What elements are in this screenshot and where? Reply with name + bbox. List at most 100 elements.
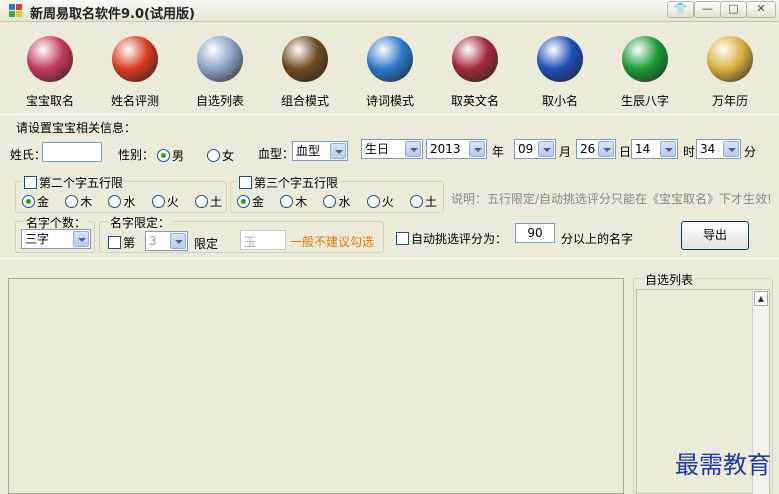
skin-button[interactable]: 👕: [667, 1, 694, 18]
third-char-elements: 金 木 水 火 土: [237, 193, 437, 210]
app-icon: [9, 4, 24, 18]
toolbar-eval-button[interactable]: 姓名评测: [97, 32, 173, 112]
element-radio[interactable]: 火: [366, 193, 394, 210]
radio-checked-icon: [237, 195, 250, 208]
element-radio[interactable]: 金: [237, 193, 264, 210]
auto-score-suffix: 分以上的名字: [561, 232, 634, 246]
toolbar-divider: [0, 114, 779, 115]
element-radio[interactable]: 火: [151, 193, 179, 210]
close-button[interactable]: ✕: [746, 1, 776, 18]
toolbar-label: 宝宝取名: [25, 94, 74, 108]
poem-book-icon: [367, 36, 413, 82]
toolbar-label: 组合模式: [280, 94, 329, 108]
section-title: 请设置宝宝相关信息：: [16, 121, 137, 135]
chevron-down-icon: [660, 141, 676, 157]
toolbar-label: 姓名评测: [110, 94, 159, 108]
chevron-down-icon: [73, 231, 89, 247]
minute-unit: 分: [744, 145, 757, 159]
second-char-wuxing-toggle[interactable]: 第二个字五行限: [22, 174, 126, 191]
element-radio[interactable]: 木: [65, 193, 92, 210]
scroll-up-icon[interactable]: ▲: [754, 291, 768, 306]
month-unit: 月: [559, 145, 572, 159]
chevron-down-icon: [170, 233, 186, 249]
radio-icon: [108, 195, 122, 208]
radio-icon: [207, 149, 220, 162]
radio-icon: [366, 195, 380, 208]
chevron-down-icon: [469, 141, 485, 157]
toolbar-label: 取小名: [541, 94, 578, 108]
surname-input[interactable]: [42, 142, 102, 162]
chevron-down-icon: [598, 141, 614, 157]
auto-score-toggle[interactable]: 自动挑选评分为：: [396, 230, 507, 247]
window-title: 新周易取名软件9.0(试用版): [30, 7, 195, 22]
day-select[interactable]: 26: [576, 139, 616, 159]
radio-icon: [409, 195, 423, 208]
radio-icon: [323, 195, 337, 208]
toolbar-nick-button[interactable]: 取小名: [522, 32, 598, 112]
element-radio[interactable]: 木: [280, 193, 307, 210]
watermark: 最需教育: [675, 451, 771, 479]
toolbar-combo-button[interactable]: 组合模式: [267, 32, 343, 112]
minute-select[interactable]: 34: [696, 139, 741, 159]
element-radio[interactable]: 金: [22, 193, 49, 210]
blood-label: 血型：: [258, 147, 295, 161]
chevron-down-icon: [405, 141, 421, 157]
phoenix-icon: [537, 36, 583, 82]
birthday-select[interactable]: 生日: [361, 139, 423, 159]
bagua-icon: [622, 36, 668, 82]
export-button[interactable]: 导出: [681, 221, 749, 250]
radio-icon: [151, 195, 165, 208]
wuxing-note: 说明：五行限定/自动挑选评分只能在《宝宝取名》下才生效!: [451, 192, 772, 206]
maximize-button[interactable]: □: [720, 1, 747, 18]
radio-checked-icon: [22, 195, 35, 208]
limit-label: 限定: [194, 237, 219, 251]
day-unit: 日: [619, 145, 632, 159]
toolbar-label: 自选列表: [195, 94, 244, 108]
blood-type-select[interactable]: 血型: [292, 141, 348, 161]
barcelona-badge-icon: [452, 36, 498, 82]
radio-icon: [65, 195, 79, 208]
toolbar-label: 诗词模式: [365, 94, 414, 108]
radio-icon: [280, 195, 294, 208]
options-divider: [0, 258, 779, 259]
gender-label: 性别：: [118, 148, 155, 162]
auto-score-input[interactable]: 90: [515, 223, 555, 243]
limit-char-input[interactable]: 玉: [240, 230, 286, 250]
baby-naming-icon: [27, 36, 73, 82]
name-evaluation-icon: [112, 36, 158, 82]
gender-female-radio[interactable]: 女: [207, 147, 234, 164]
toolbar-bazi-button[interactable]: 生辰八字: [607, 32, 683, 112]
radio-checked-icon: [157, 149, 170, 162]
limit-hint: 一般不建议勾选: [290, 235, 375, 249]
toolbar-label: 取英文名: [450, 94, 499, 108]
element-radio[interactable]: 水: [323, 193, 350, 210]
chevron-down-icon: [330, 143, 346, 159]
checkbox-icon: [396, 232, 409, 245]
element-radio[interactable]: 土: [194, 193, 222, 210]
radio-icon: [194, 195, 208, 208]
limit-position-select[interactable]: 3: [145, 231, 188, 251]
checkbox-icon: [239, 176, 252, 189]
toolbar-list-button[interactable]: 自选列表: [182, 32, 258, 112]
month-select[interactable]: 09: [514, 139, 556, 159]
chevron-down-icon: [723, 141, 739, 157]
results-panel[interactable]: [8, 278, 624, 494]
toolbar-label: 万年历: [711, 94, 748, 108]
third-char-wuxing-toggle[interactable]: 第三个字五行限: [237, 174, 341, 191]
name-limit-toggle[interactable]: 第: [108, 234, 135, 251]
toolbar-baby-button[interactable]: 宝宝取名: [12, 32, 88, 112]
minimize-button[interactable]: —: [694, 1, 721, 18]
chevron-down-icon: [538, 141, 554, 157]
toolbar-calendar-button[interactable]: 万年历: [692, 32, 768, 112]
toolbar-english-button[interactable]: 取英文名: [437, 32, 513, 112]
name-count-select[interactable]: 三字: [21, 229, 91, 249]
hour-select[interactable]: 14: [631, 139, 678, 159]
hour-unit: 时: [683, 145, 696, 159]
toolbar-poem-button[interactable]: 诗词模式: [352, 32, 428, 112]
checkbox-icon: [108, 236, 121, 249]
year-select[interactable]: 2013: [426, 139, 487, 159]
combination-icon: [282, 36, 328, 82]
element-radio[interactable]: 土: [409, 193, 437, 210]
element-radio[interactable]: 水: [108, 193, 135, 210]
gender-male-radio[interactable]: 男: [157, 147, 184, 164]
